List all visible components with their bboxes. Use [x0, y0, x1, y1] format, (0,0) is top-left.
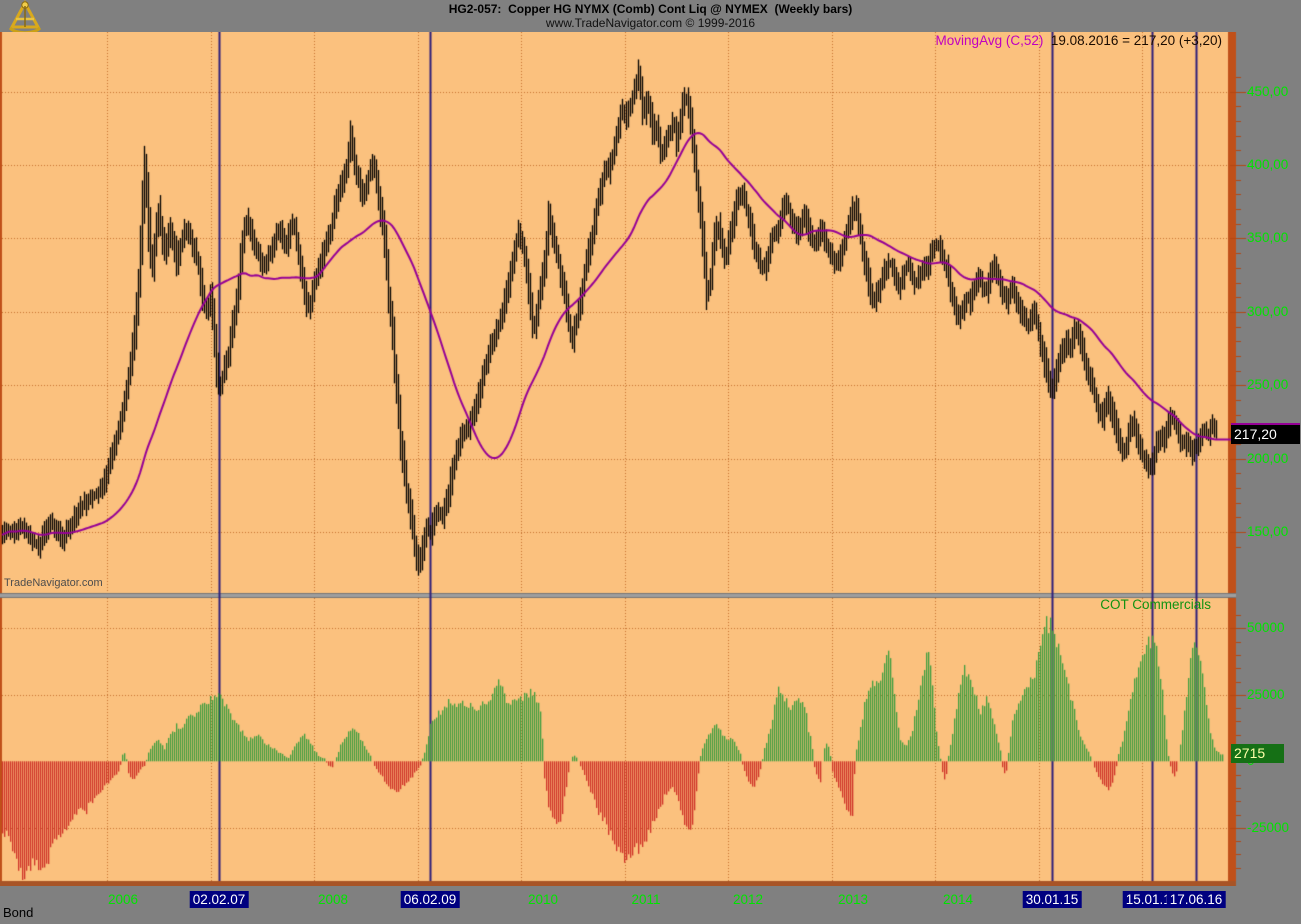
- cot-panel-title: COT Commercials: [1100, 597, 1211, 612]
- last-price-badge: 217,20: [1231, 423, 1300, 444]
- price-ytick-200: 200,00: [1247, 450, 1289, 466]
- time-axis-year-2013: 2013: [837, 892, 869, 907]
- cot-ytick--25000: -25000: [1247, 819, 1290, 835]
- time-axis-year-2011: 2011: [631, 892, 661, 907]
- moving-average-label: MovingAvg (C,52): [935, 33, 1044, 48]
- chart-subtitle: www.TradeNavigator.com © 1999-2016: [545, 16, 756, 30]
- trade-navigator-chart-window: HG2-057: Copper HG NYMX (Comb) Cont Liq …: [0, 0, 1301, 924]
- price-ytick-450: 450,00: [1247, 83, 1289, 99]
- price-ytick-150: 150,00: [1247, 524, 1289, 539]
- time-axis-year-2008: 2008: [317, 892, 349, 907]
- cot-ytick-25000: 25000: [1247, 686, 1285, 702]
- price-ytick-300: 300,00: [1247, 303, 1289, 319]
- chart-plot-area[interactable]: [0, 32, 1301, 886]
- time-axis-year-2006: 2006: [107, 892, 139, 907]
- time-axis-date-30-01-15: 30.01.15: [1022, 891, 1082, 908]
- status-bar-label: Bond: [3, 905, 34, 920]
- cot-last-value-badge: 2715: [1231, 744, 1284, 763]
- time-axis-date-02-02-07: 02.02.07: [189, 891, 249, 908]
- price-ytick-250: 250,00: [1247, 377, 1289, 393]
- chart-title: HG2-057: Copper HG NYMX (Comb) Cont Liq …: [448, 2, 853, 16]
- time-axis-date-06-02-09: 06.02.09: [400, 891, 460, 908]
- moving-average-readout: MovingAvg (C,52) 19.08.2016 = 217,20 (+3…: [936, 33, 1222, 48]
- time-axis-date-17-06-16: 17.06.16: [1166, 891, 1226, 908]
- time-axis-year-2014: 2014: [942, 892, 974, 907]
- price-ytick-400: 400,00: [1247, 157, 1289, 173]
- time-axis-year-2010: 2010: [527, 892, 559, 907]
- watermark-text: TradeNavigator.com: [4, 577, 103, 589]
- time-axis-year-2012: 2012: [732, 892, 764, 907]
- price-ytick-350: 350,00: [1247, 230, 1289, 246]
- cot-ytick-50000: 50000: [1247, 620, 1285, 636]
- moving-average-value: 19.08.2016 = 217,20 (+3,20): [1043, 33, 1222, 48]
